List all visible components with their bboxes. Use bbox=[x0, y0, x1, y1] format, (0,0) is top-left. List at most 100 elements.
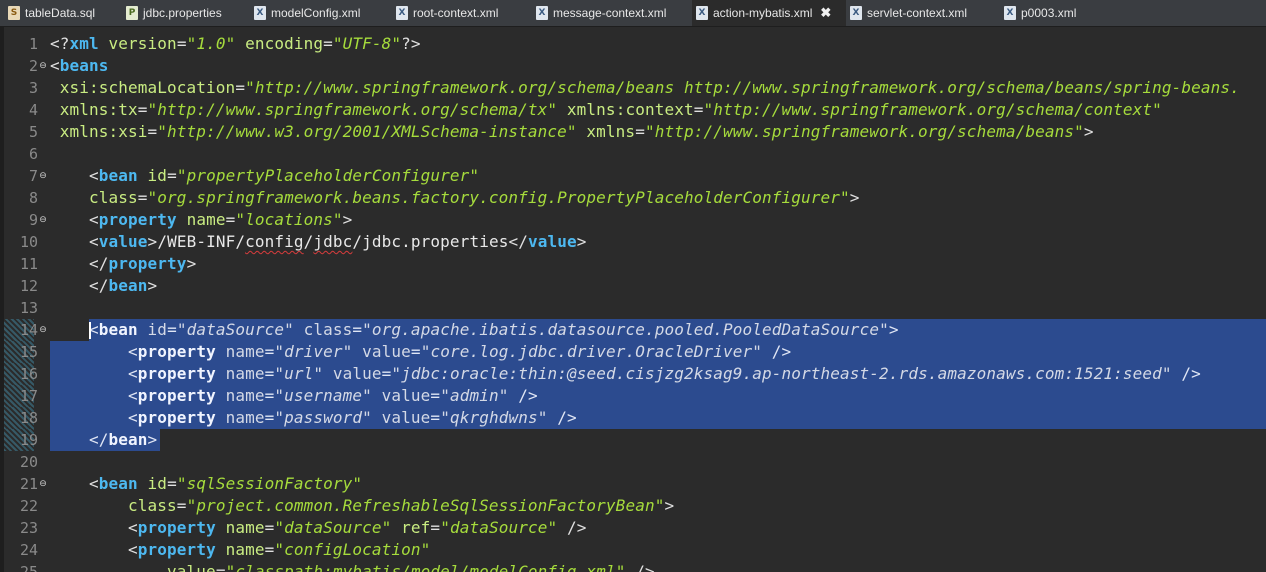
token-br: < bbox=[128, 408, 138, 427]
line-number: 11 bbox=[19, 255, 38, 273]
xml-file-icon: X bbox=[536, 6, 548, 20]
token-attr: value bbox=[323, 364, 382, 383]
tab-label: action-mybatis.xml bbox=[713, 6, 813, 20]
token-br: = bbox=[410, 342, 421, 361]
token-val: "password" bbox=[274, 408, 372, 427]
fold-toggle-icon[interactable]: ⊖ bbox=[38, 319, 48, 341]
code-text: <property name="configLocation" bbox=[50, 539, 430, 561]
token-val: "jdbc:oracle:thin:@seed.cisjzg2ksag9.ap-… bbox=[391, 364, 1172, 383]
line-number: 17 bbox=[19, 387, 38, 405]
code-line[interactable]: 18 <property name="password" value="qkrg… bbox=[0, 407, 1266, 429]
fold-toggle-icon[interactable]: ⊖ bbox=[38, 473, 48, 495]
text-cursor bbox=[89, 322, 91, 339]
token-val: "org.apache.ibatis.datasource.pooled.Poo… bbox=[362, 320, 889, 339]
token-br: > bbox=[147, 276, 158, 295]
code-line[interactable]: 14 ⊖ <bean id="dataSource" class="org.apa… bbox=[0, 319, 1266, 341]
tab-label: modelConfig.xml bbox=[271, 6, 361, 20]
tab-root-context-xml[interactable]: Xroot-context.xml bbox=[392, 0, 532, 26]
line-number: 14 bbox=[19, 321, 38, 339]
tab-p0003-xml[interactable]: Xp0003.xml bbox=[1000, 0, 1104, 26]
code-text: class="org.springframework.beans.factory… bbox=[50, 187, 860, 209]
code-line[interactable]: 24 <property name="configLocation" bbox=[0, 539, 1266, 561]
code-line[interactable]: 16 <property name="url" value="jdbc:orac… bbox=[0, 363, 1266, 385]
token-br: = bbox=[264, 342, 275, 361]
tab-tabledata-sql[interactable]: StableData.sql bbox=[4, 0, 122, 26]
code-line[interactable]: 10 <value>/WEB-INF/config/jdbc/jdbc.prop… bbox=[0, 231, 1266, 253]
code-line[interactable]: 2 ⊖ <beans bbox=[0, 55, 1266, 77]
code-line[interactable]: 3 xsi:schemaLocation="http://www.springf… bbox=[0, 77, 1266, 99]
code-line[interactable]: 13 bbox=[0, 297, 1266, 319]
token-val: "dataSource" bbox=[440, 518, 558, 537]
token-attr: xmlns:tx bbox=[50, 100, 138, 119]
fold-toggle-icon[interactable]: ⊖ bbox=[38, 55, 48, 77]
properties-file-icon: P bbox=[126, 6, 138, 20]
sql-file-icon: S bbox=[8, 6, 20, 20]
token-text: / bbox=[303, 232, 314, 251]
token-attr: name bbox=[176, 210, 226, 229]
token-val: "locations" bbox=[235, 210, 343, 229]
line-number: 7 bbox=[28, 167, 38, 185]
token-attr: name bbox=[215, 364, 265, 383]
code-line[interactable]: 1 <?xml version="1.0" encoding="UTF-8"?> bbox=[0, 33, 1266, 55]
token-val: "classpath:mybatis/model/modelConfig.xml… bbox=[225, 562, 626, 572]
code-text: xmlns:tx="http://www.springframework.org… bbox=[50, 99, 1162, 121]
fold-toggle-icon[interactable]: ⊖ bbox=[38, 209, 48, 231]
code-line[interactable]: 4 xmlns:tx="http://www.springframework.o… bbox=[0, 99, 1266, 121]
code-line[interactable]: 17 <property name="username" value="admi… bbox=[0, 385, 1266, 407]
code-text: <property name="dataSource" ref="dataSou… bbox=[50, 517, 587, 539]
token-val: "dataSource" bbox=[274, 518, 392, 537]
tab-action-mybatis-xml[interactable]: Xaction-mybatis.xml ✖ bbox=[692, 0, 846, 26]
code-line[interactable]: 8 class="org.springframework.beans.facto… bbox=[0, 187, 1266, 209]
code-line[interactable]: 9 ⊖ <property name="locations"> bbox=[0, 209, 1266, 231]
fold-toggle-icon[interactable]: ⊖ bbox=[38, 165, 48, 187]
code-line[interactable]: 6 bbox=[0, 143, 1266, 165]
code-editor[interactable]: 1 <?xml version="1.0" encoding="UTF-8"?> 2… bbox=[0, 27, 1266, 572]
code-line[interactable]: 20 bbox=[0, 451, 1266, 473]
token-attr: encoding bbox=[235, 34, 324, 53]
token-attr: id bbox=[137, 474, 168, 493]
code-line[interactable]: 22 class="project.common.RefreshableSqlS… bbox=[0, 495, 1266, 517]
code-line[interactable]: 11 </property> bbox=[0, 253, 1266, 275]
token-tag: property bbox=[137, 342, 216, 361]
code-text: <value>/WEB-INF/config/jdbc/jdbc.propert… bbox=[50, 231, 587, 253]
token-tag: bean bbox=[98, 166, 138, 185]
token-tag: value bbox=[527, 232, 577, 251]
code-line[interactable]: 25 value="classpath:mybatis/model/modelC… bbox=[0, 561, 1266, 572]
token-br: > bbox=[576, 232, 587, 251]
token-val: "propertyPlaceholderConfigurer" bbox=[176, 166, 480, 185]
code-line[interactable]: 7 ⊖ <bean id="propertyPlaceholderConfigur… bbox=[0, 165, 1266, 187]
token-br: /> bbox=[508, 386, 538, 405]
token-val: "qkrghdwns" bbox=[440, 408, 548, 427]
line-number: 6 bbox=[28, 145, 38, 163]
token-attr: name bbox=[215, 342, 265, 361]
code-line[interactable]: 5 xmlns:xsi="http://www.w3.org/2001/XMLS… bbox=[0, 121, 1266, 143]
xml-file-icon: X bbox=[850, 6, 862, 20]
code-line[interactable]: 15 <property name="driver" value="core.l… bbox=[0, 341, 1266, 363]
code-line[interactable]: 12 </bean> bbox=[0, 275, 1266, 297]
code-text: <?xml version="1.0" encoding="UTF-8"?> bbox=[50, 33, 421, 55]
token-attr: id bbox=[137, 320, 168, 339]
code-text: <bean id="dataSource" class="org.apache.… bbox=[50, 319, 899, 341]
tab-label: tableData.sql bbox=[25, 6, 96, 20]
code-line[interactable]: 19 </bean> bbox=[0, 429, 1266, 451]
tab-message-context-xml[interactable]: Xmessage-context.xml bbox=[532, 0, 692, 26]
tab-modelconfig-xml[interactable]: XmodelConfig.xml bbox=[250, 0, 392, 26]
token-br: </ bbox=[89, 276, 109, 295]
token-br: < bbox=[89, 232, 99, 251]
token-val: "UTF-8" bbox=[332, 34, 402, 53]
token-text: /jdbc.properties bbox=[352, 232, 509, 251]
tab-jdbc-properties[interactable]: Pjdbc.properties bbox=[122, 0, 250, 26]
token-br: < bbox=[89, 474, 99, 493]
token-br: < bbox=[89, 210, 99, 229]
token-attr: id bbox=[137, 166, 168, 185]
token-br: = bbox=[323, 34, 333, 53]
code-line[interactable]: 21 ⊖ <bean id="sqlSessionFactory" bbox=[0, 473, 1266, 495]
close-tab-icon[interactable]: ✖ bbox=[820, 5, 831, 21]
token-br: < bbox=[128, 386, 138, 405]
line-number: 20 bbox=[19, 453, 38, 471]
tab-servlet-context-xml[interactable]: Xservlet-context.xml bbox=[846, 0, 1000, 26]
token-tag: bean bbox=[108, 276, 148, 295]
code-line[interactable]: 23 <property name="dataSource" ref="data… bbox=[0, 517, 1266, 539]
